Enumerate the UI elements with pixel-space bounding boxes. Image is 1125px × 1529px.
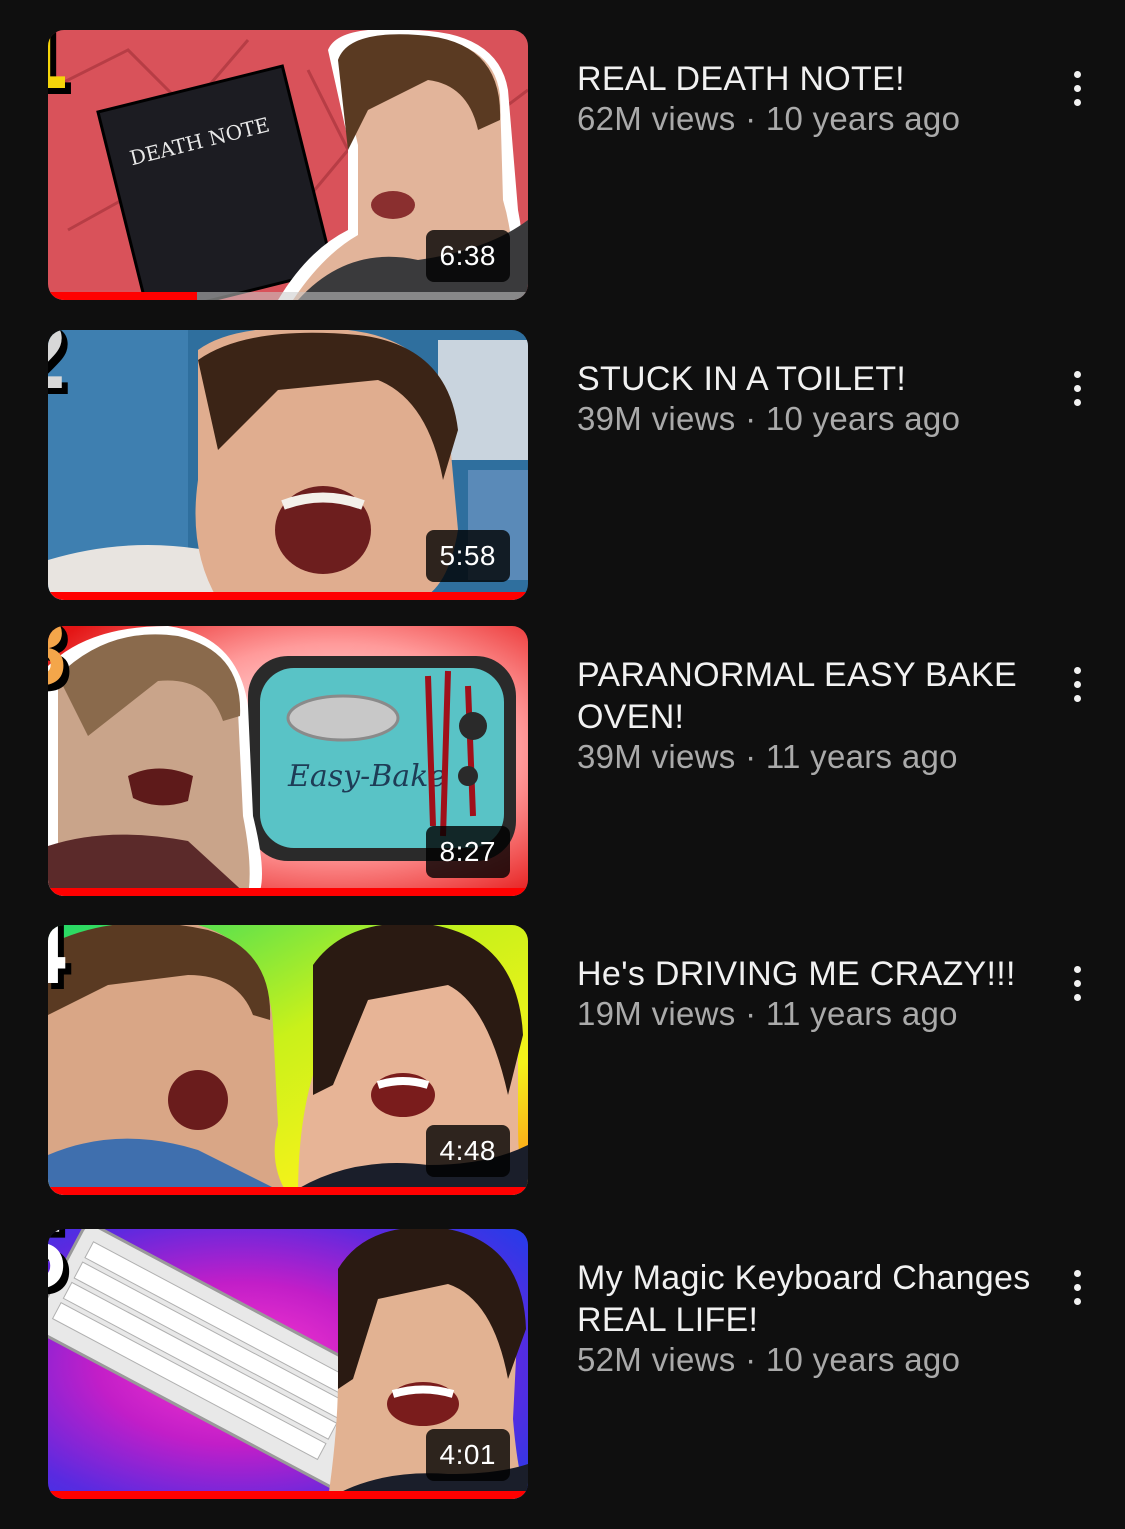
- view-count: 62M views: [577, 100, 736, 137]
- duration-badge: 4:48: [425, 1125, 510, 1177]
- video-title[interactable]: My Magic Keyboard Changes REAL LIFE!: [577, 1257, 1047, 1341]
- view-count: 52M views: [577, 1341, 736, 1378]
- watch-progress-fill: [48, 592, 528, 600]
- easy-bake-label: Easy-Bake: [287, 759, 446, 794]
- view-count: 39M views: [577, 400, 736, 437]
- upload-age: 11 years ago: [765, 995, 958, 1032]
- rank-badge-4: 44: [48, 925, 106, 1005]
- separator: ·: [745, 738, 757, 775]
- video-title[interactable]: REAL DEATH NOTE!: [577, 58, 1047, 100]
- rank-badge-5: 55: [48, 1229, 106, 1309]
- video-meta: He's DRIVING ME CRAZY!!! 19M views · 11 …: [577, 953, 1047, 1033]
- video-title[interactable]: He's DRIVING ME CRAZY!!!: [577, 953, 1047, 995]
- video-thumbnail[interactable]: 44 4:48: [48, 925, 528, 1195]
- duration-badge: 8:27: [425, 826, 510, 878]
- separator: ·: [745, 100, 757, 137]
- upload-age: 10 years ago: [765, 1341, 961, 1378]
- watch-progress: [48, 292, 528, 300]
- rank-badge-3: 33: [48, 626, 106, 706]
- duration-badge: 4:01: [425, 1429, 510, 1481]
- watch-progress-fill: [48, 888, 528, 896]
- rank-badge-2: 22: [48, 330, 106, 410]
- view-count: 19M views: [577, 995, 736, 1032]
- video-meta: STUCK IN A TOILET! 39M views · 10 years …: [577, 358, 1047, 438]
- video-title[interactable]: STUCK IN A TOILET!: [577, 358, 1047, 400]
- watch-progress: [48, 592, 528, 600]
- video-thumbnail[interactable]: Easy-Bake 33 8:27: [48, 626, 528, 896]
- video-item[interactable]: Easy-Bake 33 8:27 PARANORMAL EASY BAKE O…: [0, 626, 1125, 926]
- duration-badge: 5:58: [425, 530, 510, 582]
- more-options-icon[interactable]: [1058, 955, 1096, 1011]
- upload-age: 10 years ago: [765, 100, 961, 137]
- watch-progress: [48, 1491, 528, 1499]
- video-meta: PARANORMAL EASY BAKE OVEN! 39M views · 1…: [577, 654, 1047, 776]
- rank-number: 1: [48, 30, 69, 110]
- more-options-icon[interactable]: [1058, 1259, 1096, 1315]
- video-stats: 39M views · 10 years ago: [577, 400, 1047, 438]
- watch-progress-fill: [48, 1491, 528, 1499]
- video-item[interactable]: 22 5:58 STUCK IN A TOILET! 39M views · 1…: [0, 330, 1125, 630]
- separator: ·: [745, 1341, 757, 1378]
- video-item[interactable]: DEATH NOTE 11 6:38 REAL DEATH NOTE! 62M …: [0, 30, 1125, 330]
- more-options-icon[interactable]: [1058, 656, 1096, 712]
- video-meta: My Magic Keyboard Changes REAL LIFE! 52M…: [577, 1257, 1047, 1379]
- video-stats: 52M views · 10 years ago: [577, 1341, 1047, 1379]
- rank-number: 4: [48, 925, 69, 1005]
- separator: ·: [745, 995, 757, 1032]
- video-stats: 62M views · 10 years ago: [577, 100, 1047, 138]
- rank-number: 5: [48, 1229, 69, 1309]
- more-options-icon[interactable]: [1058, 360, 1096, 416]
- rank-number: 3: [48, 626, 69, 706]
- video-list: DEATH NOTE 11 6:38 REAL DEATH NOTE! 62M …: [0, 0, 1125, 1513]
- video-item[interactable]: 55 4:01 My Magic Keyboard Changes REAL L…: [0, 1229, 1125, 1529]
- video-thumbnail[interactable]: 22 5:58: [48, 330, 528, 600]
- video-title[interactable]: PARANORMAL EASY BAKE OVEN!: [577, 654, 1047, 738]
- rank-number: 2: [48, 330, 69, 410]
- video-thumbnail[interactable]: DEATH NOTE 11 6:38: [48, 30, 528, 300]
- separator: ·: [745, 400, 757, 437]
- watch-progress: [48, 1187, 528, 1195]
- video-item[interactable]: 44 4:48 He's DRIVING ME CRAZY!!! 19M vie…: [0, 925, 1125, 1225]
- watch-progress-fill: [48, 292, 197, 300]
- upload-age: 11 years ago: [765, 738, 958, 775]
- video-thumbnail[interactable]: 55 4:01: [48, 1229, 528, 1499]
- watch-progress-fill: [48, 1187, 528, 1195]
- more-options-icon[interactable]: [1058, 60, 1096, 116]
- view-count: 39M views: [577, 738, 736, 775]
- watch-progress: [48, 888, 528, 896]
- video-stats: 39M views · 11 years ago: [577, 738, 1047, 776]
- duration-badge: 6:38: [425, 230, 510, 282]
- rank-badge-1: 11: [48, 30, 106, 110]
- video-stats: 19M views · 11 years ago: [577, 995, 1047, 1033]
- video-meta: REAL DEATH NOTE! 62M views · 10 years ag…: [577, 58, 1047, 138]
- upload-age: 10 years ago: [765, 400, 961, 437]
